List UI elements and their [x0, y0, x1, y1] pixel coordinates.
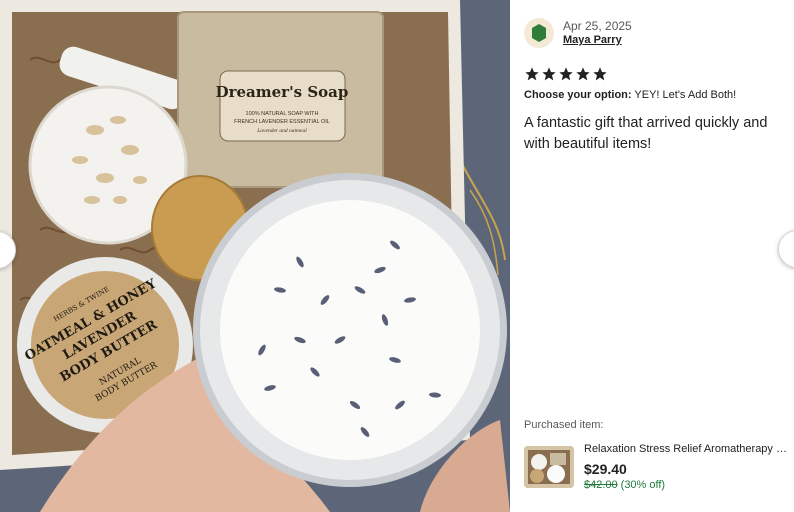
original-price: $42.00: [584, 479, 618, 491]
review-text: A fantastic gift that arrived quickly an…: [524, 115, 768, 152]
soap-label-line2: FRENCH LAVENDER ESSENTIAL OIL: [234, 119, 330, 125]
avatar[interactable]: [524, 18, 554, 48]
discount-percent: (30% off): [620, 479, 666, 491]
option-value: YEY! Let's Add Both!: [634, 89, 737, 101]
chosen-option: Choose your option: YEY! Let's Add Both!: [524, 89, 736, 101]
review-panel: Apr 25, 2025 Maya Parry Choose your opti…: [510, 0, 794, 512]
star-icon: [593, 67, 607, 81]
star-icon: [525, 67, 539, 81]
review-photo-image: Dreamer's Soap 100% NATURAL SOAP WITH FR…: [0, 0, 510, 512]
gift-box-thumbnail-image: [524, 446, 574, 488]
purchased-item-title-link[interactable]: Relaxation Stress Relief Aromatherapy Gi…: [584, 443, 789, 455]
star-icon: [542, 67, 556, 81]
purchased-item-price: $29.40: [584, 461, 627, 477]
review-date: Apr 25, 2025: [563, 19, 632, 33]
soap-label-title: Dreamer's Soap: [216, 83, 349, 101]
purchased-item-original-price-row: $42.00 (30% off): [584, 479, 665, 491]
soap-label-line1: 100% NATURAL SOAP WITH: [246, 111, 319, 117]
purchased-item-thumbnail[interactable]: [524, 446, 574, 488]
leaf-icon: [532, 24, 546, 42]
soap-label-line3: Lavender and oatmeal: [256, 128, 307, 134]
reviewer-name-link[interactable]: Maya Parry: [563, 34, 622, 46]
purchased-item-label: Purchased item:: [524, 419, 604, 431]
star-icon: [576, 67, 590, 81]
star-rating: [524, 66, 608, 82]
review-photo[interactable]: Dreamer's Soap 100% NATURAL SOAP WITH FR…: [0, 0, 510, 512]
star-icon: [559, 67, 573, 81]
option-label: Choose your option:: [524, 89, 632, 101]
